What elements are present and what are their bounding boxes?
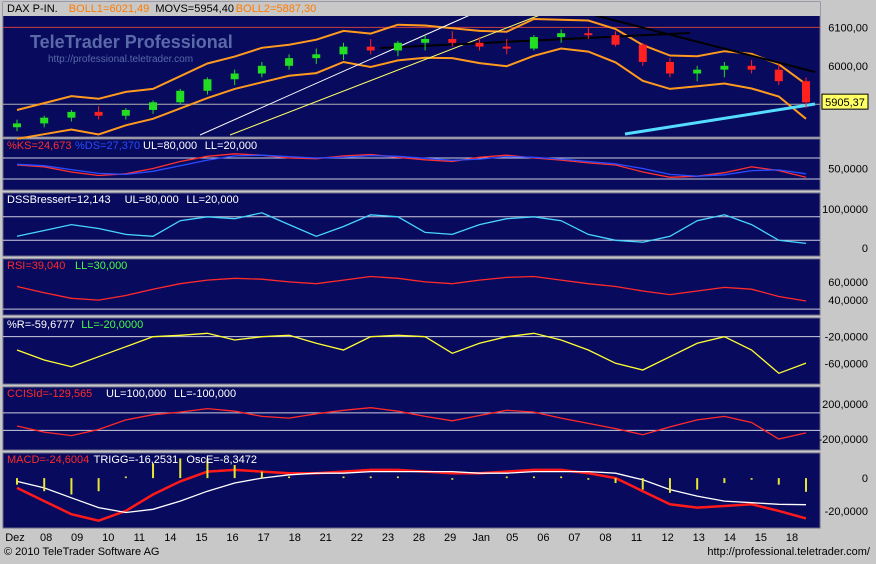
candle-body-8	[230, 73, 239, 80]
candle-body-16	[448, 38, 457, 43]
panel-2-legend-2: LL=20,000	[186, 194, 238, 206]
x-tick-2: 09	[71, 532, 83, 544]
x-tick-14: 29	[444, 532, 456, 544]
panel-4-legend-1: LL=-20,0000	[81, 319, 143, 331]
last-price-label: 5905,37	[825, 97, 865, 109]
candle-body-4	[121, 109, 130, 116]
panel-1-y-tick-0: 50,0000	[828, 164, 868, 176]
candle-body-11	[312, 54, 321, 59]
watermark-brand: TeleTrader Professional	[30, 32, 233, 52]
x-tick-0: Dez	[5, 532, 25, 544]
panel-5-y-tick-1: -200,0000	[818, 434, 868, 446]
x-tick-18: 07	[568, 532, 580, 544]
panel-5-y-tick-0: 200,0000	[822, 399, 868, 411]
candle-body-22	[611, 35, 620, 45]
chart-window: TeleTrader Professional http://profession…	[0, 0, 876, 564]
panel-2-legend-1: UL=80,000	[125, 194, 179, 206]
panel-0-legend-0: DAX P-IN.	[7, 3, 58, 15]
candle-body-6	[176, 90, 185, 103]
panel-5-legend-1: UL=100,000	[106, 388, 166, 400]
panel-2-y-tick-0: 100,0000	[822, 204, 868, 216]
x-tick-4: 11	[134, 532, 145, 544]
candle-body-7	[203, 79, 212, 91]
candle-body-0	[13, 123, 21, 128]
x-tick-25: 18	[786, 532, 798, 544]
panel-5-legend-2: LL=-100,000	[174, 388, 236, 400]
candle-body-19	[529, 37, 538, 49]
x-tick-22: 13	[693, 532, 705, 544]
panel-3-y-tick-1: 40,0000	[828, 295, 868, 307]
x-tick-9: 18	[289, 532, 301, 544]
panel-4-legend-0: %R=-59,6777	[7, 319, 75, 331]
x-tick-1: 08	[40, 532, 52, 544]
x-tick-11: 22	[351, 532, 363, 544]
panel-6-legend-2: OscE=-8,3472	[186, 454, 257, 466]
candle-body-10	[285, 58, 294, 66]
watermark-url: http://professional.teletrader.com	[48, 54, 193, 65]
x-tick-8: 17	[258, 532, 270, 544]
x-tick-17: 06	[537, 532, 549, 544]
x-tick-23: 14	[724, 532, 736, 544]
candle-body-1	[40, 117, 49, 124]
x-tick-5: 14	[164, 532, 176, 544]
candle-body-18	[502, 46, 511, 49]
candle-body-27	[747, 65, 756, 70]
x-tick-15: Jan	[472, 532, 490, 544]
footer-copyright: © 2010 TeleTrader Software AG	[4, 546, 160, 558]
candle-body-29	[802, 81, 810, 103]
candle-body-12	[339, 46, 348, 55]
panel-4-y-tick-1: -60,0000	[825, 358, 868, 370]
panel-6-y-tick-0: 0	[862, 473, 868, 485]
panel-6-legend-1: TRIGG=-16,2531	[94, 454, 179, 466]
panel-1-legend-0: %KS=24,673	[7, 140, 72, 152]
panel-0-y-tick-1: 6000,00	[828, 61, 868, 73]
panel-0-legend-3: BOLL2=5887,30	[236, 3, 316, 15]
x-tick-3: 10	[102, 532, 114, 544]
panel-6-y-tick-1: -20,0000	[825, 506, 868, 518]
x-tick-13: 28	[413, 532, 425, 544]
candle-body-23	[638, 44, 647, 62]
panel-4-y-tick-0: -20,0000	[825, 332, 868, 344]
x-tick-20: 11	[631, 532, 642, 544]
x-tick-6: 15	[195, 532, 207, 544]
footer-url[interactable]: http://professional.teletrader.com/	[707, 546, 870, 558]
candle-body-3	[94, 111, 103, 116]
candle-body-9	[257, 65, 266, 74]
panel-2-legend-0: DSSBressert=12,143	[7, 194, 111, 206]
panel-0-legend-1: BOLL1=6021,49	[69, 3, 149, 15]
panel-1-legend-1: %DS=27,370	[75, 140, 140, 152]
candle-body-17	[475, 42, 484, 47]
candle-body-21	[584, 33, 593, 36]
panel-3-legend-1: LL=30,000	[75, 260, 127, 272]
x-tick-19: 08	[599, 532, 611, 544]
candle-body-25	[693, 69, 702, 74]
panel-6-legend-0: MACD=-24,6004	[7, 454, 89, 466]
panel-5-legend-0: CCISId=-129,565	[7, 388, 92, 400]
x-tick-21: 12	[662, 532, 674, 544]
candle-body-28	[774, 69, 783, 82]
candle-body-15	[421, 38, 430, 43]
x-tick-7: 16	[226, 532, 238, 544]
panel-2-y-tick-1: 0	[862, 243, 868, 255]
x-tick-12: 23	[382, 532, 394, 544]
panel-3-y-tick-0: 60,0000	[828, 277, 868, 289]
candle-body-13	[366, 46, 375, 51]
x-tick-16: 05	[506, 532, 518, 544]
chart-canvas: TeleTrader Professional http://profession…	[2, 1, 869, 544]
candle-body-2	[67, 111, 76, 118]
panel-3-legend-0: RSI=39,040	[7, 260, 65, 272]
panel-1-legend-2: UL=80,000	[143, 140, 197, 152]
candle-body-20	[557, 33, 566, 38]
candle-body-26	[720, 65, 729, 70]
panel-0-legend-2: MOVS=5954,40	[155, 3, 234, 15]
candle-body-14	[393, 42, 402, 51]
candle-body-24	[665, 61, 674, 74]
x-tick-10: 21	[320, 532, 332, 544]
x-tick-24: 15	[755, 532, 767, 544]
panel-0-y-tick-0: 6100,00	[828, 22, 868, 34]
panel-1-legend-3: LL=20,000	[205, 140, 257, 152]
candle-body-5	[149, 102, 158, 110]
